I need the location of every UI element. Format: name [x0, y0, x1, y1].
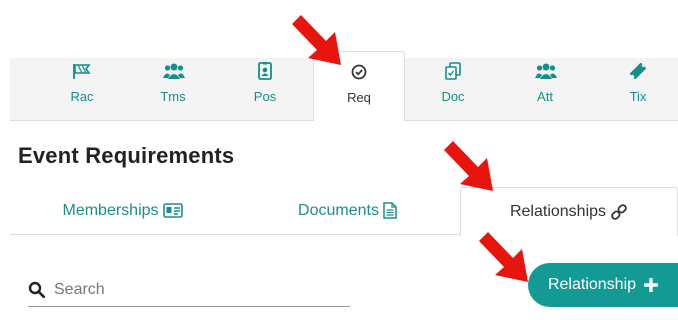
users-icon [163, 62, 185, 80]
nav-tab-label: Tix [629, 89, 647, 104]
subtab-memberships[interactable]: Memberships [10, 187, 235, 235]
subtab-label: Documents [298, 201, 379, 219]
users-icon [535, 62, 557, 80]
flag-icon [72, 62, 92, 80]
add-relationship-button[interactable]: Relationship [528, 263, 678, 307]
documents-icon [443, 62, 463, 80]
nav-tab-tix[interactable]: Tix [592, 58, 678, 120]
nav-tab-label: Doc [441, 89, 465, 104]
page-title: Event Requirements [18, 143, 235, 168]
search-box [28, 276, 350, 307]
nav-tab-label: Pos [253, 89, 277, 104]
subtab-documents[interactable]: Documents [235, 187, 460, 235]
nav-tab-tms[interactable]: Tms [127, 58, 219, 120]
nav-tab-label: Tms [160, 89, 186, 104]
nav-tab-label: Att [537, 89, 553, 104]
search-input[interactable] [54, 276, 344, 304]
search-icon [28, 281, 46, 299]
button-label: Relationship [547, 276, 637, 293]
nav-tab-rac[interactable]: Rac [36, 58, 128, 120]
nav-tab-att[interactable]: Att [499, 58, 591, 120]
file-text-icon [383, 202, 397, 219]
nav-tab-label: Rac [70, 89, 94, 104]
id-card-icon [162, 203, 183, 218]
requirement-subtabs: Memberships Documents Relationships [10, 187, 678, 236]
link-icon [611, 204, 627, 220]
plus-icon [644, 278, 659, 292]
annotation-arrow-icon [444, 141, 493, 191]
subtab-label: Memberships [62, 201, 159, 219]
nav-tab-doc[interactable]: Doc [407, 58, 499, 120]
subtab-label: Relationships [509, 203, 607, 220]
annotation-arrow-icon [479, 232, 528, 282]
nav-tab-label: Req [347, 90, 371, 105]
annotation-arrow-icon [292, 15, 341, 65]
ticket-icon [628, 62, 648, 80]
id-badge-icon [255, 62, 275, 80]
